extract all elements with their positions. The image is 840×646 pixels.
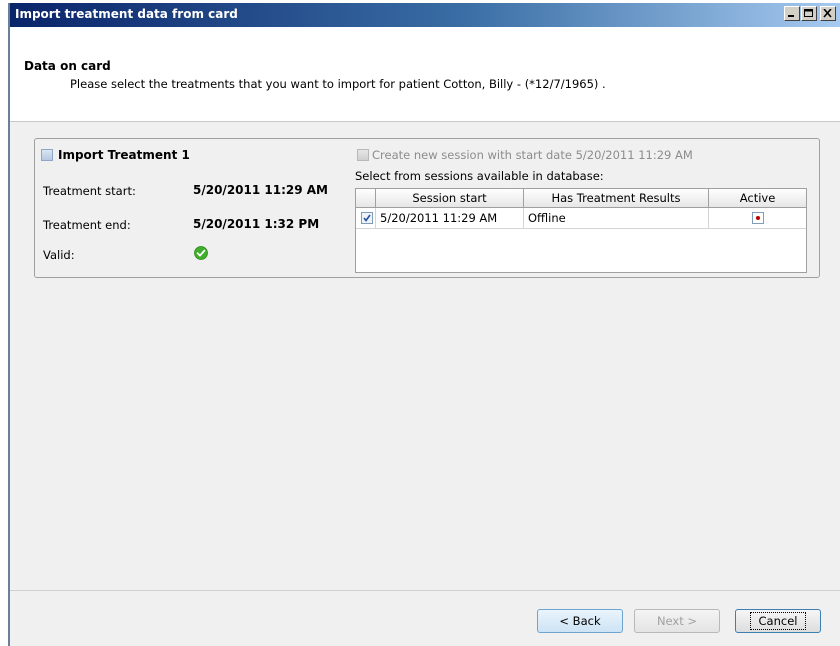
- session-start-cell: 5/20/2011 11:29 AM: [376, 208, 524, 228]
- checkbox-icon[interactable]: [41, 148, 53, 161]
- grid-header-select: [356, 189, 376, 207]
- table-row[interactable]: 5/20/2011 11:29 AM Offline: [356, 208, 806, 229]
- import-dialog: Import treatment data from card Data on …: [8, 3, 840, 646]
- cancel-button-label: Cancel: [749, 612, 807, 630]
- select-sessions-label: Select from sessions available in databa…: [355, 169, 604, 183]
- grid-header-has-results[interactable]: Has Treatment Results: [524, 189, 709, 207]
- title-bar[interactable]: Import treatment data from card: [10, 3, 840, 27]
- checkmark-success-icon: [194, 246, 208, 260]
- minimize-button[interactable]: [784, 6, 800, 21]
- back-button[interactable]: < Back: [537, 609, 623, 633]
- treatment-end-value: 5/20/2011 1:32 PM: [193, 217, 320, 231]
- row-select-cell[interactable]: [356, 208, 376, 228]
- checkbox-icon[interactable]: [357, 148, 369, 161]
- import-treatment-label: Import Treatment 1: [58, 148, 190, 162]
- check-icon: [363, 214, 371, 222]
- active-cell[interactable]: [709, 208, 806, 228]
- import-treatment-checkbox[interactable]: Import Treatment 1: [41, 148, 190, 162]
- header-title: Data on card: [24, 59, 111, 73]
- next-button[interactable]: Next >: [634, 609, 720, 633]
- window-title: Import treatment data from card: [15, 7, 238, 21]
- create-session-checkbox[interactable]: Create new session with start date 5/20/…: [357, 148, 693, 162]
- window-controls: [783, 6, 836, 21]
- maximize-button[interactable]: [801, 6, 817, 21]
- treatment-end-label: Treatment end:: [43, 218, 131, 232]
- grid-header-active[interactable]: Active: [709, 189, 806, 207]
- treatment-group: Import Treatment 1 Treatment start: 5/20…: [34, 138, 820, 278]
- create-session-label: Create new session with start date 5/20/…: [372, 148, 693, 162]
- header-description: Please select the treatments that you wa…: [70, 77, 606, 91]
- close-button[interactable]: [820, 6, 836, 21]
- has-results-cell: Offline: [524, 208, 709, 228]
- active-radio[interactable]: [751, 212, 764, 224]
- treatment-start-value: 5/20/2011 11:29 AM: [193, 183, 328, 197]
- wizard-header: Data on card Please select the treatment…: [10, 27, 840, 122]
- maximize-icon: [804, 9, 813, 17]
- grid-header-session-start[interactable]: Session start: [376, 189, 524, 207]
- footer-divider: [10, 590, 840, 591]
- row-checkbox[interactable]: [361, 212, 373, 224]
- minimize-icon: [788, 15, 794, 17]
- valid-label: Valid:: [43, 248, 75, 262]
- sessions-grid[interactable]: Session start Has Treatment Results Acti…: [355, 188, 807, 273]
- treatment-start-label: Treatment start:: [43, 184, 136, 198]
- grid-header: Session start Has Treatment Results Acti…: [356, 189, 806, 208]
- cancel-button[interactable]: Cancel: [735, 609, 821, 633]
- close-icon: [823, 9, 832, 18]
